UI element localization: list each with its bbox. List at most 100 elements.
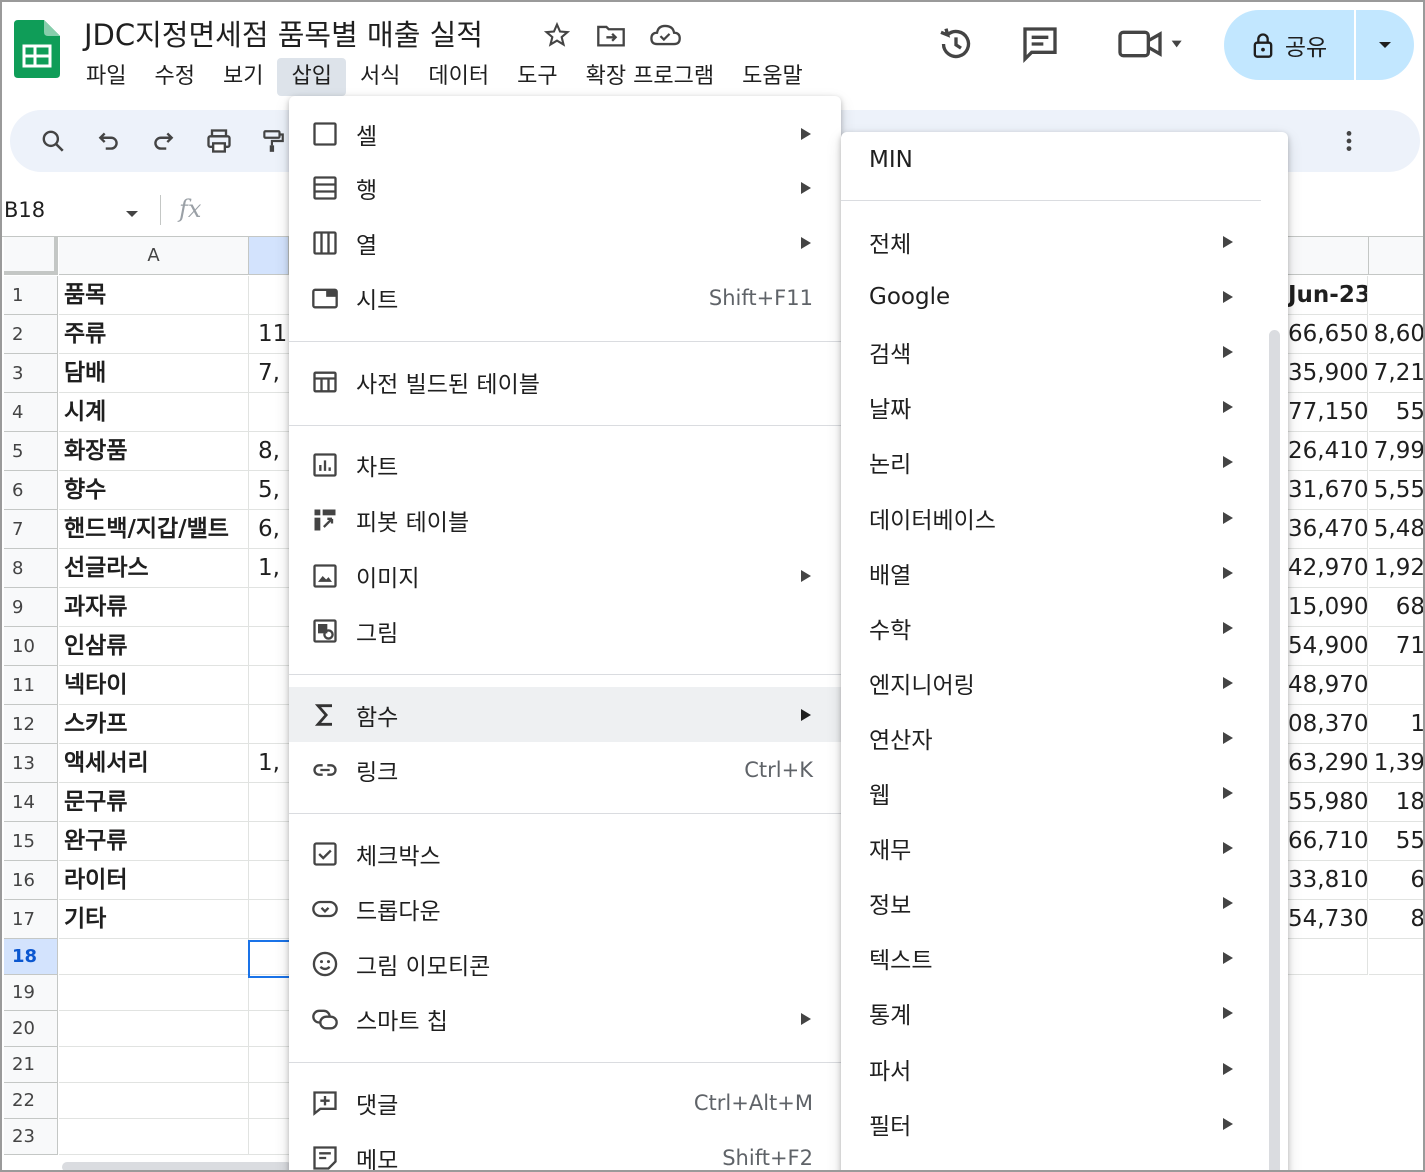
insert-menu-item[interactable]: 차트	[289, 437, 841, 492]
cell-a[interactable]: 과자류	[59, 588, 249, 627]
cell-right1[interactable]: 42,970	[1288, 549, 1368, 588]
cell-a[interactable]	[59, 1011, 249, 1047]
row-header[interactable]: 13	[4, 744, 58, 783]
cell-a[interactable]: 스카프	[59, 705, 249, 744]
menu-edit[interactable]: 수정	[140, 58, 208, 96]
name-box-dropdown-icon[interactable]	[124, 204, 140, 223]
function-menu-scrollbar[interactable]	[1269, 330, 1280, 1170]
function-category-item[interactable]: 연산자	[841, 710, 1288, 765]
cell-b[interactable]	[249, 900, 289, 939]
share-button[interactable]: 공유	[1224, 10, 1414, 80]
cell-b[interactable]: 5,	[249, 471, 289, 510]
cell-right2[interactable]: 1,92	[1369, 549, 1423, 588]
cell-a[interactable]	[59, 1119, 249, 1155]
cell-right2[interactable]: 71	[1369, 627, 1423, 666]
menu-file[interactable]: 파일	[72, 58, 140, 96]
star-icon[interactable]	[539, 19, 575, 51]
menu-data[interactable]: 데이터	[414, 58, 503, 96]
menu-tools[interactable]: 도구	[503, 58, 571, 96]
cell-a[interactable]: 문구류	[59, 783, 249, 822]
cell-right1[interactable]: 15,090	[1288, 588, 1368, 627]
row-header[interactable]: 22	[4, 1083, 58, 1119]
cell-right2[interactable]: 8,60	[1369, 315, 1423, 354]
selected-cell-b18[interactable]	[248, 940, 292, 978]
insert-menu-item[interactable]: 체크박스	[289, 826, 841, 881]
cell-b[interactable]	[249, 822, 289, 861]
cell-right1[interactable]: 48,970	[1288, 666, 1368, 705]
cell-a[interactable]: 화장품	[59, 432, 249, 471]
row-header[interactable]: 14	[4, 783, 58, 822]
menu-insert[interactable]: 삽입	[277, 58, 346, 96]
insert-menu-item[interactable]: 댓글 Ctrl+Alt+M	[289, 1075, 841, 1130]
function-category-item[interactable]: 필터	[841, 1096, 1288, 1151]
insert-menu-item[interactable]: 그림	[289, 603, 841, 658]
cell-a[interactable]: 기타	[59, 900, 249, 939]
function-category-item[interactable]: 데이터베이스	[841, 490, 1288, 545]
insert-menu-item[interactable]: 셀	[289, 106, 841, 161]
cell-b[interactable]: 8,	[249, 432, 289, 471]
cell-right2[interactable]: 55	[1369, 393, 1423, 432]
cell-a[interactable]	[59, 1083, 249, 1119]
row-header[interactable]: 9	[4, 588, 58, 627]
cell-b[interactable]	[249, 588, 289, 627]
row-header[interactable]: 2	[4, 315, 58, 354]
cell-right1[interactable]: 55,980	[1288, 783, 1368, 822]
insert-menu-item[interactable]: 드롭다운	[289, 881, 841, 936]
insert-menu-item[interactable]: 메모 Shift+F2	[289, 1130, 841, 1170]
move-folder-icon[interactable]	[593, 19, 629, 51]
cell-right2[interactable]: 18	[1369, 783, 1423, 822]
cell-right1[interactable]: 63,290	[1288, 744, 1368, 783]
select-all-corner[interactable]	[4, 237, 58, 275]
insert-menu-item[interactable]: 이미지	[289, 548, 841, 603]
name-box[interactable]: B18	[4, 198, 45, 222]
row-header[interactable]: 17	[4, 900, 58, 939]
cell-b[interactable]	[249, 783, 289, 822]
cell-right2[interactable]	[1369, 276, 1423, 315]
cell-right2[interactable]: 7,21	[1369, 354, 1423, 393]
cell-right2[interactable]: 1	[1369, 705, 1423, 744]
row-header[interactable]: 8	[4, 549, 58, 588]
cell-b[interactable]	[249, 1047, 289, 1083]
cell-right2[interactable]: 5,55	[1369, 471, 1423, 510]
version-history-icon[interactable]	[936, 24, 976, 68]
row-header[interactable]: 4	[4, 393, 58, 432]
row-header[interactable]: 3	[4, 354, 58, 393]
share-dropdown-icon[interactable]	[1356, 40, 1414, 50]
function-category-item[interactable]: 검색	[841, 324, 1288, 379]
cell-right1[interactable]: 35,900	[1288, 354, 1368, 393]
function-category-item[interactable]: 텍스트	[841, 930, 1288, 985]
redo-icon[interactable]	[146, 124, 180, 158]
cell-right2[interactable]: 7,99	[1369, 432, 1423, 471]
cell-right1[interactable]: 26,410	[1288, 432, 1368, 471]
cell-b[interactable]: 1,	[249, 744, 289, 783]
row-header[interactable]: 5	[4, 432, 58, 471]
function-category-item[interactable]: 정보	[841, 875, 1288, 930]
comments-icon[interactable]	[1020, 24, 1060, 68]
print-icon[interactable]	[202, 124, 236, 158]
function-category-item[interactable]: 날짜	[841, 379, 1288, 434]
cell-a[interactable]: 주류	[59, 315, 249, 354]
function-category-item[interactable]: 통계	[841, 985, 1288, 1040]
cell-b[interactable]: 11,	[249, 315, 289, 354]
function-recent-min[interactable]: MIN	[841, 132, 1288, 187]
cell-b[interactable]	[249, 627, 289, 666]
cell-a[interactable]: 담배	[59, 354, 249, 393]
insert-menu-item[interactable]: 시트 Shift+F11	[289, 270, 841, 325]
function-category-item[interactable]: 재무	[841, 820, 1288, 875]
cell-b[interactable]	[249, 276, 289, 315]
cell-a[interactable]: 완구류	[59, 822, 249, 861]
cell-a[interactable]: 라이터	[59, 861, 249, 900]
more-options-icon[interactable]	[1332, 124, 1366, 158]
insert-menu-item[interactable]: 함수	[289, 687, 841, 742]
column-header-a[interactable]: A	[59, 237, 249, 275]
cell-right2[interactable]: 55	[1369, 822, 1423, 861]
insert-menu-item[interactable]: 스마트 칩	[289, 991, 841, 1046]
row-header[interactable]: 16	[4, 861, 58, 900]
cell-a[interactable]: 핸드백/지갑/밸트	[59, 510, 249, 549]
cell-right1[interactable]: 54,730	[1288, 900, 1368, 939]
menu-help[interactable]: 도움말	[728, 58, 817, 96]
menu-view[interactable]: 보기	[209, 58, 277, 96]
row-header[interactable]: 19	[4, 975, 58, 1011]
function-category-item[interactable]: 논리	[841, 434, 1288, 489]
paint-format-icon[interactable]	[256, 124, 290, 158]
